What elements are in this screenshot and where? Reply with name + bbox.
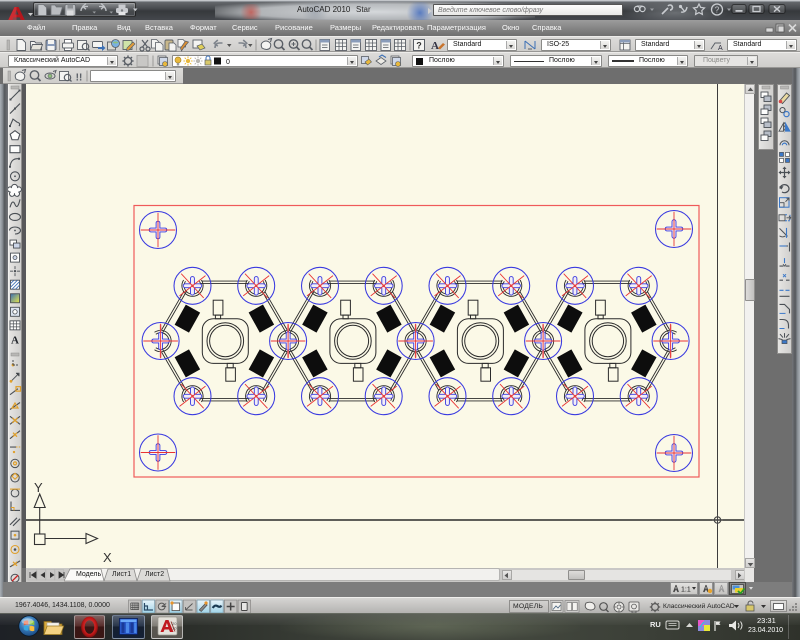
svg-text:10: 10 bbox=[172, 626, 177, 631]
svg-text:?: ? bbox=[715, 6, 720, 15]
svg-text:1:1: 1:1 bbox=[681, 587, 691, 594]
svg-text:!!: !! bbox=[76, 73, 83, 84]
svg-text:A: A bbox=[11, 334, 19, 346]
svg-text:A: A bbox=[718, 45, 723, 52]
svg-text:Y: Y bbox=[34, 480, 43, 495]
svg-text:A: A bbox=[431, 40, 439, 52]
svg-text:?: ? bbox=[416, 41, 422, 51]
svg-text:X: X bbox=[103, 550, 112, 565]
